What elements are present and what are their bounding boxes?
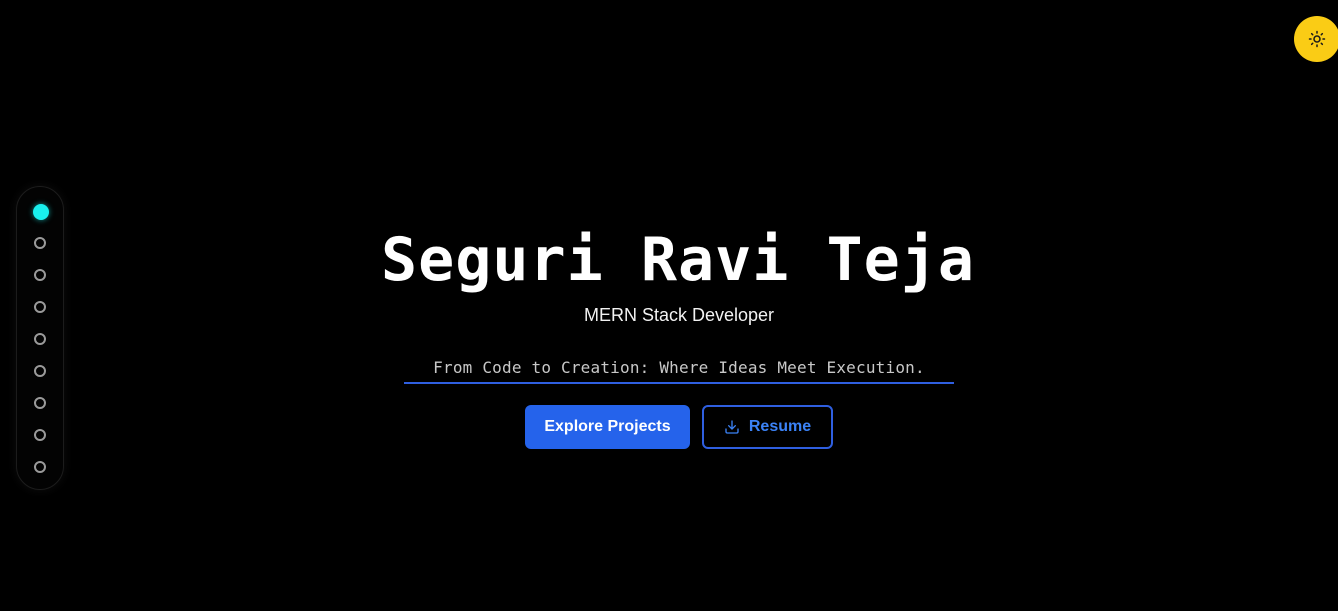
hero-name-heading: Seguri Ravi Teja [381,225,975,295]
hero-page: Seguri Ravi Teja MERN Stack Developer Fr… [0,0,1338,611]
section-dot-1[interactable] [33,204,49,220]
theme-toggle-button[interactable] [1294,16,1338,62]
sun-icon [1308,30,1326,48]
section-dot-7[interactable] [34,397,46,409]
explore-projects-label: Explore Projects [544,418,671,435]
hero-role-subtitle: MERN Stack Developer [583,305,775,325]
section-dot-5[interactable] [34,333,46,345]
resume-button[interactable]: Resume [702,405,833,449]
hero-tagline: From Code to Creation: Where Ideas Meet … [404,354,954,384]
section-dot-6[interactable] [34,365,46,377]
download-icon [724,419,740,435]
section-dot-8[interactable] [34,429,46,441]
section-dot-9[interactable] [34,461,46,473]
resume-label: Resume [748,418,812,435]
explore-projects-button[interactable]: Explore Projects [525,405,690,449]
